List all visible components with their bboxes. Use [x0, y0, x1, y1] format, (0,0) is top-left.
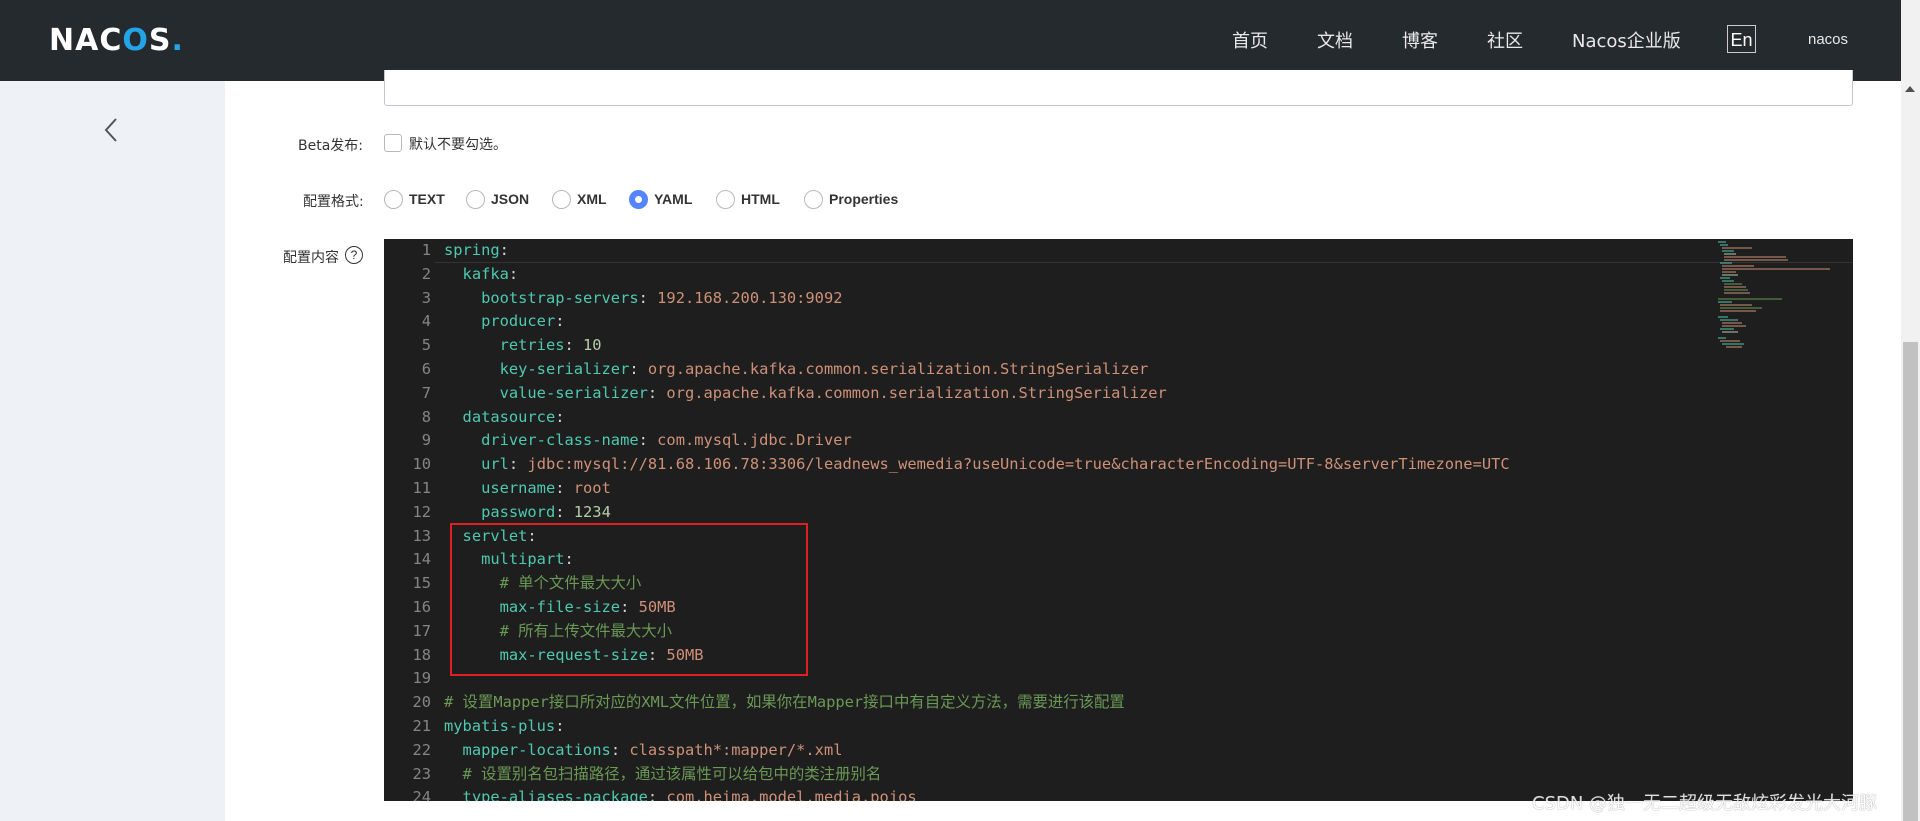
radio-xml[interactable]	[552, 190, 571, 209]
scroll-up-arrow-icon[interactable]	[1905, 86, 1915, 92]
line-number: 14	[412, 550, 431, 569]
code-text: bootstrap-servers: 192.168.200.130:9092	[481, 288, 843, 307]
radio-yaml-label: YAML	[654, 191, 693, 207]
line-number: 8	[421, 407, 431, 426]
radio-text-label: TEXT	[409, 191, 445, 207]
code-text: key-serializer: org.apache.kafka.common.…	[499, 360, 1149, 378]
user-name[interactable]: nacos	[1808, 31, 1848, 48]
code-text: username: root	[481, 479, 611, 497]
top-navbar: NACOS. 首页 文档 博客 社区 Nacos企业版 En nacos	[0, 0, 1901, 81]
code-line[interactable]: 2 kafka:	[384, 263, 1853, 287]
line-number: 20	[412, 693, 431, 712]
line-number: 11	[412, 479, 431, 497]
nav-docs[interactable]: 文档	[1317, 27, 1353, 53]
chevron-left-icon[interactable]	[100, 115, 124, 145]
line-number: 4	[421, 312, 431, 331]
beta-checkbox[interactable]	[384, 134, 402, 152]
code-line[interactable]: 5 retries: 10	[384, 334, 1853, 358]
code-text: producer:	[481, 312, 565, 331]
code-line[interactable]: 22 mapper-locations: classpath*:mapper/*…	[384, 739, 1853, 763]
page-scrollbar-thumb[interactable]	[1903, 342, 1918, 821]
code-text: # 设置Mapper接口所对应的XML文件位置，如果你在Mapper接口中有自定…	[444, 693, 1125, 712]
beta-label: Beta发布:	[298, 138, 364, 154]
code-text: retries: 10	[499, 336, 602, 355]
sidebar	[0, 81, 225, 821]
code-line[interactable]: 7 value-serializer: org.apache.kafka.com…	[384, 382, 1853, 406]
code-text: url: jdbc:mysql://81.68.106.78:3306/lead…	[481, 455, 1510, 474]
line-number: 15	[412, 574, 431, 593]
help-icon[interactable]: ?	[345, 246, 363, 264]
line-number: 17	[412, 621, 431, 640]
radio-text[interactable]	[384, 190, 403, 209]
line-number: 6	[421, 360, 431, 378]
code-line[interactable]: 4 producer:	[384, 310, 1853, 334]
language-switch-button[interactable]: En	[1727, 25, 1756, 53]
code-text: spring:	[444, 241, 509, 259]
radio-properties-label: Properties	[829, 191, 899, 207]
line-number: 10	[412, 455, 431, 474]
editor-minimap[interactable]	[1712, 239, 1842, 359]
line-number: 18	[412, 645, 431, 664]
radio-xml-label: XML	[577, 191, 607, 207]
code-text: # 设置别名包扫描路径，通过该属性可以给包中的类注册别名	[462, 764, 882, 783]
code-line[interactable]: 8 datasource:	[384, 406, 1853, 430]
code-text: driver-class-name: com.mysql.jdbc.Driver	[481, 431, 852, 450]
line-number: 1	[421, 241, 431, 259]
code-text: datasource:	[462, 407, 565, 426]
code-line[interactable]: 12 password: 1234	[384, 501, 1853, 525]
code-text: mapper-locations: classpath*:mapper/*.xm…	[462, 740, 843, 759]
nav-home[interactable]: 首页	[1232, 27, 1268, 53]
code-line[interactable]: 23 # 设置别名包扫描路径，通过该属性可以给包中的类注册别名	[384, 763, 1853, 787]
radio-yaml[interactable]	[629, 190, 648, 209]
code-line[interactable]: 11 username: root	[384, 477, 1853, 501]
nav-blog[interactable]: 博客	[1402, 27, 1438, 53]
radio-json[interactable]	[466, 190, 485, 209]
code-line[interactable]: 21 mybatis-plus:	[384, 715, 1853, 739]
radio-html-label: HTML	[741, 191, 780, 207]
code-line[interactable]: 1 spring:	[384, 239, 1853, 263]
code-text: value-serializer: org.apache.kafka.commo…	[499, 383, 1167, 402]
line-number: 5	[421, 336, 431, 355]
highlight-annotation-box	[450, 523, 808, 676]
line-number: 22	[412, 740, 431, 759]
code-line[interactable]: 10 url: jdbc:mysql://81.68.106.78:3306/l…	[384, 453, 1853, 477]
csdn-watermark: CSDN @独一无二超级无敌炫彩发光大河豚	[1532, 793, 1878, 814]
radio-html[interactable]	[716, 190, 735, 209]
description-textarea[interactable]	[384, 70, 1853, 106]
line-number: 3	[421, 288, 431, 307]
line-number: 2	[421, 264, 431, 283]
line-number: 16	[412, 598, 431, 616]
format-label: 配置格式:	[303, 194, 364, 210]
radio-json-label: JSON	[491, 191, 530, 207]
code-line[interactable]: 9 driver-class-name: com.mysql.jdbc.Driv…	[384, 429, 1853, 453]
line-number: 23	[412, 764, 431, 783]
line-number: 19	[412, 669, 431, 688]
line-number: 24	[412, 788, 431, 801]
line-number: 9	[421, 431, 431, 450]
content-label: 配置内容	[283, 250, 339, 266]
code-text: kafka:	[462, 264, 519, 283]
code-text: type-aliases-package: com.heima.model.me…	[462, 788, 917, 801]
nacos-logo[interactable]: NACOS.	[49, 23, 184, 58]
line-number: 12	[412, 502, 431, 521]
nav-community[interactable]: 社区	[1487, 27, 1523, 53]
nav-enterprise[interactable]: Nacos企业版	[1572, 27, 1681, 53]
code-line[interactable]: 20 # 设置Mapper接口所对应的XML文件位置，如果你在Mapper接口中有…	[384, 691, 1853, 715]
code-text: password: 1234	[481, 502, 611, 521]
code-text: mybatis-plus:	[444, 717, 565, 735]
beta-checkbox-label: 默认不要勾选。	[409, 137, 507, 153]
line-number: 7	[421, 383, 431, 402]
line-number: 13	[412, 526, 431, 545]
code-line[interactable]: 3 bootstrap-servers: 192.168.200.130:909…	[384, 287, 1853, 311]
radio-properties[interactable]	[804, 190, 823, 209]
code-editor[interactable]: 1 spring: 2 kafka: 3 bootstrap-servers: 192…	[384, 239, 1853, 801]
code-line[interactable]: 6 key-serializer: org.apache.kafka.commo…	[384, 358, 1853, 382]
line-number: 21	[412, 717, 431, 735]
